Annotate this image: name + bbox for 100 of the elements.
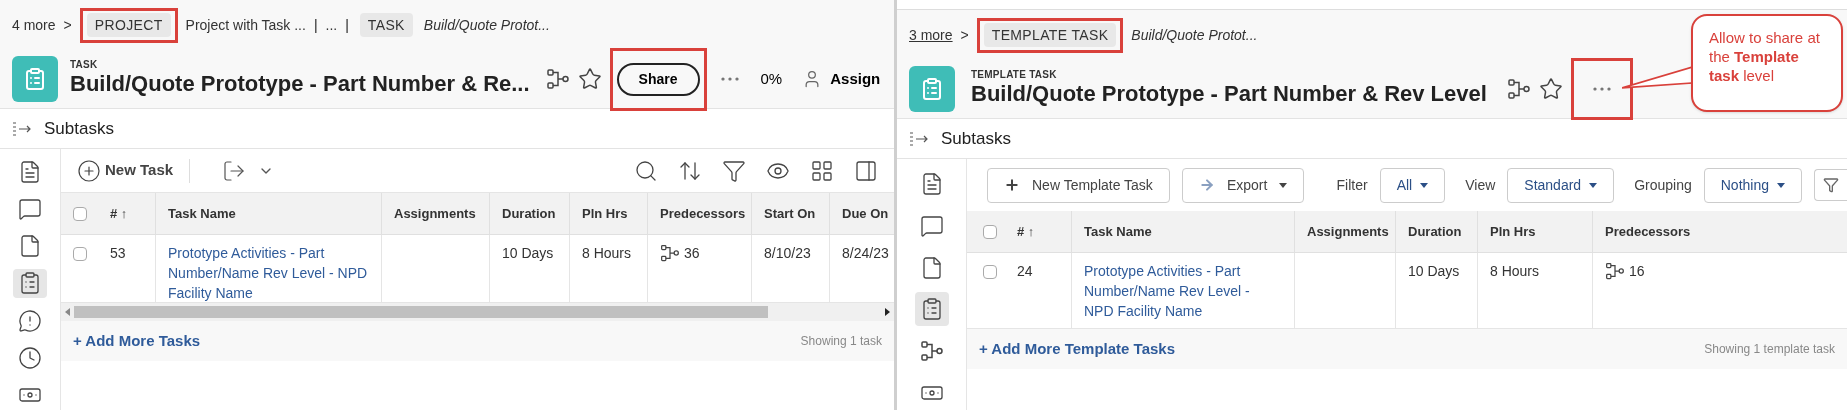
- search-icon[interactable]: [634, 158, 658, 183]
- sidebar-tab[interactable]: [914, 292, 949, 327]
- task-title: Build/Quote Prototype - Part Number & Re...: [70, 70, 530, 98]
- showing-count: Showing 1 template task: [1704, 341, 1835, 358]
- column-header[interactable]: Duration: [1395, 211, 1477, 252]
- column-header[interactable]: Assignments: [1294, 211, 1395, 252]
- dropdown-label: View: [1465, 175, 1496, 195]
- clock-icon: [18, 346, 42, 371]
- column-header[interactable]: Pln Hrs: [1477, 211, 1592, 252]
- table-cell: 8 Hours: [1490, 263, 1540, 279]
- horizontal-scrollbar[interactable]: [61, 303, 894, 321]
- task-name-link[interactable]: Prototype Activities - Part Number/Name Rev Level - NPD Facility Name: [168, 243, 369, 303]
- dependency-icon: [545, 67, 570, 91]
- breadcrumb-more-link[interactable]: 4 more: [12, 14, 56, 36]
- row-checkbox[interactable]: [72, 247, 87, 261]
- export-button[interactable]: Export: [1181, 167, 1305, 203]
- column-header[interactable]: # ↑: [1005, 211, 1071, 252]
- breadcrumb-chevron: >: [960, 25, 969, 45]
- breadcrumb-link[interactable]: ...: [325, 14, 338, 36]
- task-name-link[interactable]: Prototype Activities - Part Number/Name Rev Level - NPD Facility Name: [1084, 261, 1282, 321]
- star-icon[interactable]: [577, 67, 602, 91]
- breadcrumb-tag[interactable]: TEMPLATE TASK: [983, 22, 1117, 47]
- dropdown-label: Grouping: [1634, 175, 1692, 195]
- scroll-left-icon[interactable]: [65, 308, 70, 316]
- plus-circle-icon: [77, 158, 101, 183]
- filter-button[interactable]: [1814, 169, 1847, 201]
- column-header[interactable]: Duration: [489, 193, 569, 234]
- callout-text: Allow to share at the Template task level: [1709, 28, 1821, 85]
- column-header[interactable]: Predecessors: [647, 193, 751, 234]
- caret-icon: [1589, 182, 1598, 188]
- add-more-tasks-link[interactable]: + Add More Tasks: [73, 329, 201, 353]
- filter-icon[interactable]: [722, 158, 746, 183]
- breadcrumb-separator: |: [345, 15, 349, 35]
- predecessor-number: 36: [684, 244, 700, 263]
- column-header[interactable]: Pln Hrs: [569, 193, 647, 234]
- share-button[interactable]: Share: [616, 62, 700, 96]
- column-header[interactable]: # ↑: [98, 193, 155, 234]
- subtasks-heading: Subtasks: [941, 127, 1011, 150]
- clipboard-icon: [18, 271, 42, 296]
- predecessor-number: 16: [1629, 262, 1645, 281]
- table-cell: 8/24/23: [842, 245, 889, 261]
- breadcrumb-tag[interactable]: PROJECT: [86, 12, 171, 37]
- dropdown-label: Filter: [1336, 175, 1368, 195]
- assignee-label: Assign: [830, 68, 881, 89]
- table-cell: 53: [110, 245, 126, 261]
- star-icon[interactable]: [1538, 77, 1563, 101]
- panel-icon[interactable]: [854, 158, 878, 183]
- row-checkbox[interactable]: [72, 206, 87, 221]
- breadcrumb-link[interactable]: Project with Task ...: [185, 14, 306, 36]
- scroll-right-icon[interactable]: [885, 308, 890, 316]
- table-cell: 8 Hours: [582, 245, 632, 261]
- column-header[interactable]: Predecessors: [1592, 211, 1847, 252]
- table-cell: 10 Days: [1408, 263, 1460, 279]
- breadcrumb-link[interactable]: Build/Quote Protot...: [423, 14, 550, 36]
- comment-icon: [18, 196, 42, 221]
- add-more-tasks-link[interactable]: + Add More Template Tasks: [979, 337, 1176, 361]
- breadcrumb-separator: |: [313, 15, 318, 35]
- subtasks-icon: [12, 120, 32, 137]
- alert-comment-icon: [18, 308, 42, 333]
- subtasks-heading: Subtasks: [44, 117, 114, 140]
- dropdown-button[interactable]: All: [1379, 167, 1446, 203]
- document-icon: [18, 159, 42, 184]
- task-type-icon: [12, 56, 58, 102]
- breadcrumb-more-link[interactable]: 3 more: [909, 24, 953, 46]
- file-icon: [18, 234, 42, 259]
- column-header[interactable]: Assignments: [381, 193, 489, 234]
- column-header[interactable]: Task Name: [155, 193, 381, 234]
- new-template-task-button[interactable]: New Template Task: [987, 167, 1170, 203]
- row-checkbox[interactable]: [983, 265, 997, 279]
- grid-icon[interactable]: [810, 158, 834, 183]
- object-type-label: TASK: [70, 60, 99, 71]
- caret-icon: [1420, 182, 1429, 188]
- breadcrumb-tag[interactable]: TASK: [359, 12, 413, 37]
- progress-percent: 0%: [760, 68, 783, 89]
- plus-icon: [1004, 177, 1020, 193]
- row-checkbox[interactable]: [983, 224, 997, 239]
- column-header[interactable]: Start On: [751, 193, 829, 234]
- table-cell: 24: [1017, 263, 1033, 279]
- dependency-icon: [1605, 261, 1625, 281]
- caret-icon: [1279, 182, 1288, 188]
- object-type-label: TEMPLATE TASK: [971, 70, 1058, 81]
- caret-icon: [1777, 182, 1785, 188]
- dropdown-button[interactable]: Standard: [1507, 167, 1615, 203]
- breadcrumb-chevron: >: [63, 15, 72, 35]
- table-cell: 10 Days: [502, 245, 554, 261]
- filter-icon: [1823, 177, 1839, 193]
- sidebar-tab[interactable]: [13, 268, 47, 299]
- column-header[interactable]: Task Name: [1071, 211, 1294, 252]
- comment-icon: [919, 213, 944, 238]
- dependency-icon: [1506, 77, 1531, 101]
- dependency-icon: [919, 339, 944, 364]
- showing-count: Showing 1 task: [800, 333, 882, 350]
- breadcrumb-link[interactable]: Build/Quote Protot...: [1131, 24, 1258, 46]
- table-cell: 8/10/23: [764, 245, 811, 261]
- task-title: Build/Quote Prototype - Part Number & Rev Level: [971, 80, 1487, 108]
- dependency-icon: [660, 243, 680, 263]
- subtasks-icon: [909, 130, 929, 147]
- task-type-icon: [909, 66, 955, 112]
- dropdown-button[interactable]: Nothing: [1703, 167, 1802, 203]
- new-task-button[interactable]: New Task: [77, 158, 191, 183]
